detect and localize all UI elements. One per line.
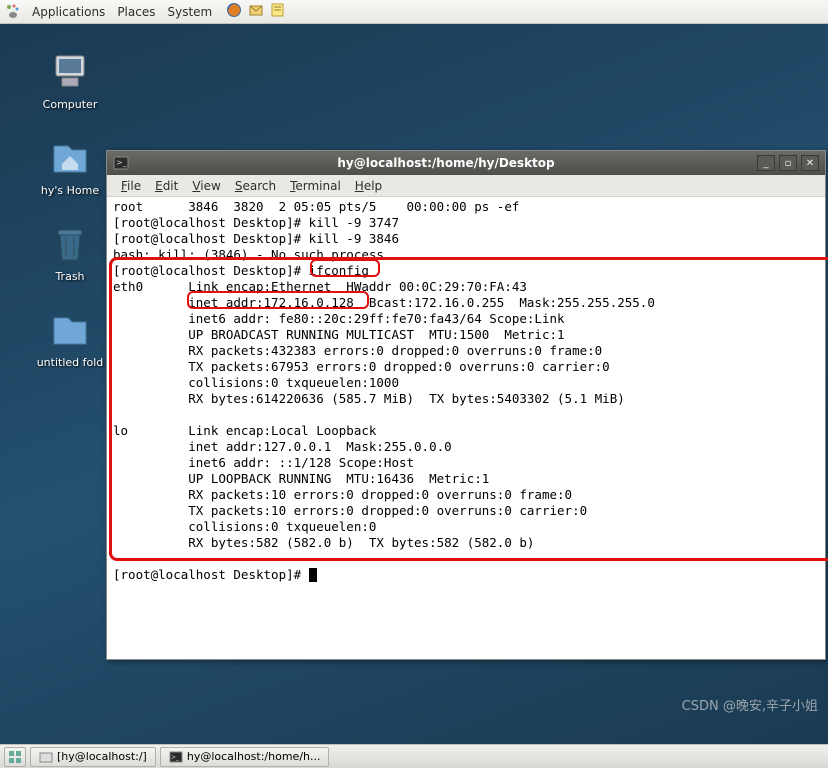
terminal-menu[interactable]: Terminal [284, 177, 347, 195]
terminal-window: >_ hy@localhost:/home/hy/Desktop _ ▫ ✕ F… [106, 150, 826, 660]
menubar: File Edit View Search Terminal Help [107, 175, 825, 197]
taskbar-item-terminal[interactable]: >_ hy@localhost:/home/h... [160, 747, 330, 767]
taskbar-item-filemanager[interactable]: [hy@localhost:/] [30, 747, 156, 767]
tray-icons [226, 2, 286, 21]
show-desktop-button[interactable] [4, 747, 26, 767]
taskbar: [hy@localhost:/] >_ hy@localhost:/home/h… [0, 744, 828, 768]
applications-menu[interactable]: Applications [26, 5, 111, 19]
taskbar-item-label: [hy@localhost:/] [57, 750, 147, 763]
file-menu[interactable]: File [115, 177, 147, 195]
untitled-label: untitled fold [30, 356, 110, 369]
taskbar-item-label: hy@localhost:/home/h... [187, 750, 321, 763]
home-folder-icon[interactable]: hy's Home [30, 134, 110, 197]
desktop[interactable]: Computer hy's Home Trash untitled fold >… [0, 24, 828, 744]
gnome-foot-icon [4, 3, 22, 21]
terminal-text: root 3846 3820 2 05:05 pts/5 00:00:00 ps… [113, 199, 655, 582]
untitled-folder-icon[interactable]: untitled fold [30, 306, 110, 369]
svg-text:>_: >_ [116, 158, 128, 167]
view-menu[interactable]: View [186, 177, 226, 195]
places-menu[interactable]: Places [111, 5, 161, 19]
watermark: CSDN @晚安,辛子小姐 [682, 695, 818, 714]
search-menu[interactable]: Search [229, 177, 282, 195]
firefox-icon[interactable] [226, 2, 242, 21]
edit-menu[interactable]: Edit [149, 177, 184, 195]
home-label: hy's Home [30, 184, 110, 197]
svg-text:>_: >_ [171, 754, 180, 761]
maximize-button[interactable]: ▫ [779, 155, 797, 171]
terminal-output[interactable]: root 3846 3820 2 05:05 pts/5 00:00:00 ps… [107, 197, 825, 659]
minimize-button[interactable]: _ [757, 155, 775, 171]
window-title: hy@localhost:/home/hy/Desktop [135, 156, 757, 170]
computer-icon[interactable]: Computer [30, 48, 110, 111]
help-menu[interactable]: Help [349, 177, 388, 195]
trash-label: Trash [30, 270, 110, 283]
titlebar[interactable]: >_ hy@localhost:/home/hy/Desktop _ ▫ ✕ [107, 151, 825, 175]
top-panel: Applications Places System [0, 0, 828, 24]
trash-icon[interactable]: Trash [30, 220, 110, 283]
terminal-icon: >_ [113, 155, 129, 171]
cursor [309, 568, 317, 582]
note-icon[interactable] [270, 2, 286, 21]
close-button[interactable]: ✕ [801, 155, 819, 171]
computer-label: Computer [30, 98, 110, 111]
system-menu[interactable]: System [161, 5, 218, 19]
mail-icon[interactable] [248, 2, 264, 21]
